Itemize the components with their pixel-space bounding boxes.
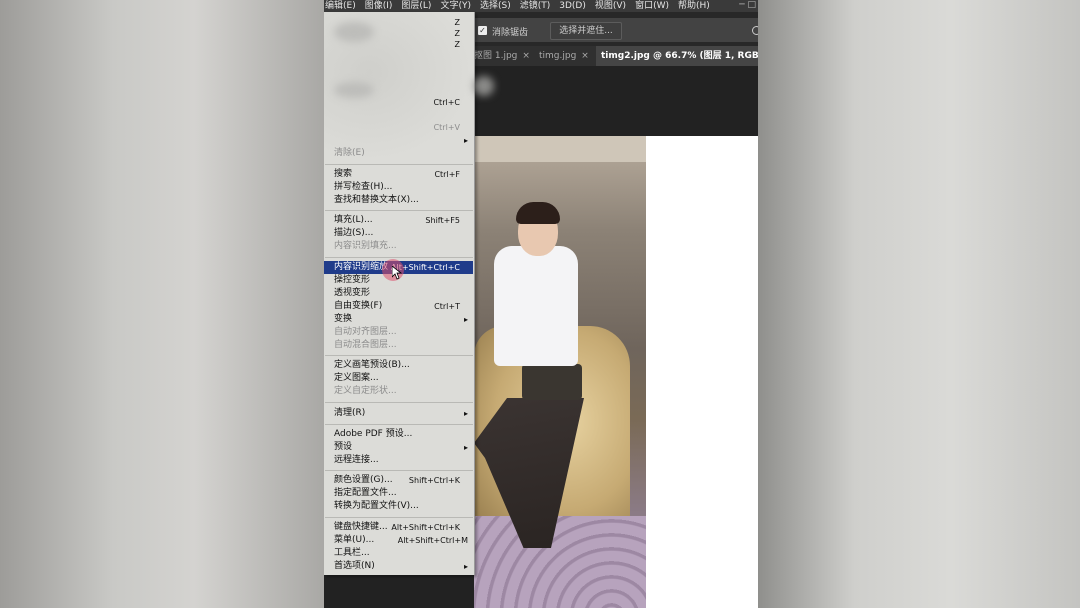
antialias-label: 消除锯齿 <box>492 28 529 38</box>
antialias-checkbox[interactable]: ✓ <box>478 26 487 35</box>
carpet-image <box>474 516 646 608</box>
menu-item-free-transform[interactable]: 自由变换(F) Ctrl+T <box>334 300 470 313</box>
menu-item-toolbar[interactable]: 工具栏... <box>334 547 470 560</box>
menu-item-keyboard-shortcuts[interactable]: 键盘快捷键... Alt+Shift+Ctrl+K <box>334 521 470 534</box>
person-image <box>494 246 578 366</box>
menu-item-fill[interactable]: 填充(L)... Shift+F5 <box>334 214 470 227</box>
tab-koutu[interactable]: 抠图 1.jpg × <box>474 46 530 66</box>
menu-item-paste[interactable]: Ctrl+V <box>334 121 470 134</box>
white-canvas-region <box>646 136 758 608</box>
menu-item-color-settings[interactable]: 颜色设置(G)... Shift+Ctrl+K <box>334 474 470 487</box>
menu-separator <box>325 517 473 518</box>
close-icon[interactable]: × <box>581 51 589 61</box>
menu-separator <box>325 210 473 211</box>
circle-icon[interactable] <box>752 26 758 35</box>
select-and-mask-button[interactable]: 选择并遮住... <box>550 22 622 40</box>
menu-item-auto-align-layers[interactable]: 自动对齐图层... <box>334 326 470 339</box>
menu-separator <box>325 470 473 471</box>
menu-item-clear[interactable]: 清除(E) <box>334 147 470 160</box>
chevron-right-icon: ▸ <box>463 136 468 145</box>
menu-3d[interactable]: 3D(D) <box>559 0 586 12</box>
menu-help[interactable]: 帮助(H) <box>678 0 710 12</box>
document-photo <box>474 136 646 608</box>
chevron-right-icon: ▸ <box>463 443 468 452</box>
menu-item-transform[interactable]: 变换 ▸ <box>334 313 470 326</box>
menu-layer[interactable]: 图层(L) <box>401 0 431 12</box>
edit-menu-dropdown: Z Z Z Ctrl+C Ctrl+V ▸ 清除(E) 搜索 Ctrl+F 拼写检… <box>324 12 494 575</box>
menu-item-purge[interactable]: 清理(R) ▸ <box>334 407 470 420</box>
menu-filter[interactable]: 滤镜(T) <box>520 0 551 12</box>
menu-item-define-custom-shape[interactable]: 定义自定形状... <box>334 385 470 398</box>
close-icon[interactable]: × <box>522 51 530 61</box>
menu-item-copy[interactable]: Ctrl+C <box>334 96 470 109</box>
menu-separator <box>325 164 473 165</box>
menu-window[interactable]: 窗口(W) <box>635 0 669 12</box>
menu-bar: 编辑(E) 图像(I) 图层(L) 文字(Y) 选择(S) 滤镜(T) 3D(D… <box>324 0 758 12</box>
menu-edit[interactable]: 编辑(E) <box>325 0 356 12</box>
chevron-right-icon: ▸ <box>463 315 468 324</box>
menu-item-define-pattern[interactable]: 定义图案... <box>334 372 470 385</box>
menu-view[interactable]: 视图(V) <box>595 0 626 12</box>
menu-item-presets[interactable]: 预设 ▸ <box>334 441 470 454</box>
mouse-cursor-icon <box>392 266 402 280</box>
menu-image[interactable]: 图像(I) <box>365 0 393 12</box>
menu-item-step-back[interactable]: Z <box>334 38 470 51</box>
chevron-right-icon: ▸ <box>463 409 468 418</box>
menu-item-assign-profile[interactable]: 指定配置文件... <box>334 487 470 500</box>
menu-item-menus[interactable]: 菜单(U)... Alt+Shift+Ctrl+M <box>334 534 470 547</box>
photoshop-window: 编辑(E) 图像(I) 图层(L) 文字(Y) 选择(S) 滤镜(T) 3D(D… <box>324 0 758 608</box>
menu-separator <box>325 355 473 356</box>
menu-item-perspective-warp[interactable]: 透视变形 <box>334 287 470 300</box>
menu-item-content-aware-fill[interactable]: 内容识别填充... <box>334 240 470 253</box>
tab-timg2-active[interactable]: timg2.jpg @ 66.7% (图层 1, RGB/8#) * <box>596 46 758 67</box>
menu-item-adobe-pdf-presets[interactable]: Adobe PDF 预设... <box>334 428 470 441</box>
chevron-right-icon: ▸ <box>463 562 468 571</box>
menu-separator <box>325 424 473 425</box>
menu-separator <box>325 257 473 258</box>
tab-timg[interactable]: timg.jpg × <box>539 46 589 66</box>
tab-label: timg.jpg <box>539 51 577 61</box>
menu-type[interactable]: 文字(Y) <box>440 0 471 12</box>
menu-item-spellcheck[interactable]: 拼写检查(H)... <box>334 181 470 194</box>
menu-item-stroke[interactable]: 描边(S)... <box>334 227 470 240</box>
menu-separator <box>325 402 473 403</box>
left-blurred-background <box>0 0 324 608</box>
tab-label: 抠图 1.jpg <box>474 51 518 61</box>
menu-item-remote-connections[interactable]: 远程连接... <box>334 454 470 467</box>
right-blurred-background <box>758 0 1080 608</box>
menu-item-define-brush[interactable]: 定义画笔预设(B)... <box>334 359 470 372</box>
menu-item-search[interactable]: 搜索 Ctrl+F <box>334 168 470 181</box>
menu-select[interactable]: 选择(S) <box>480 0 511 12</box>
menu-item-convert-to-profile[interactable]: 转换为配置文件(V)... <box>334 500 470 513</box>
menu-item-find-replace[interactable]: 查找和替换文本(X)... <box>334 194 470 207</box>
window-controls-icon[interactable]: ─ □ <box>739 0 756 10</box>
menu-item-auto-blend-layers[interactable]: 自动混合图层... <box>334 339 470 352</box>
tab-label: timg2.jpg @ 66.7% (图层 1, RGB/8#) * <box>601 51 758 61</box>
menu-item-paste-special[interactable]: ▸ <box>334 134 470 147</box>
menu-item-preferences[interactable]: 首选项(N) ▸ <box>334 560 470 573</box>
